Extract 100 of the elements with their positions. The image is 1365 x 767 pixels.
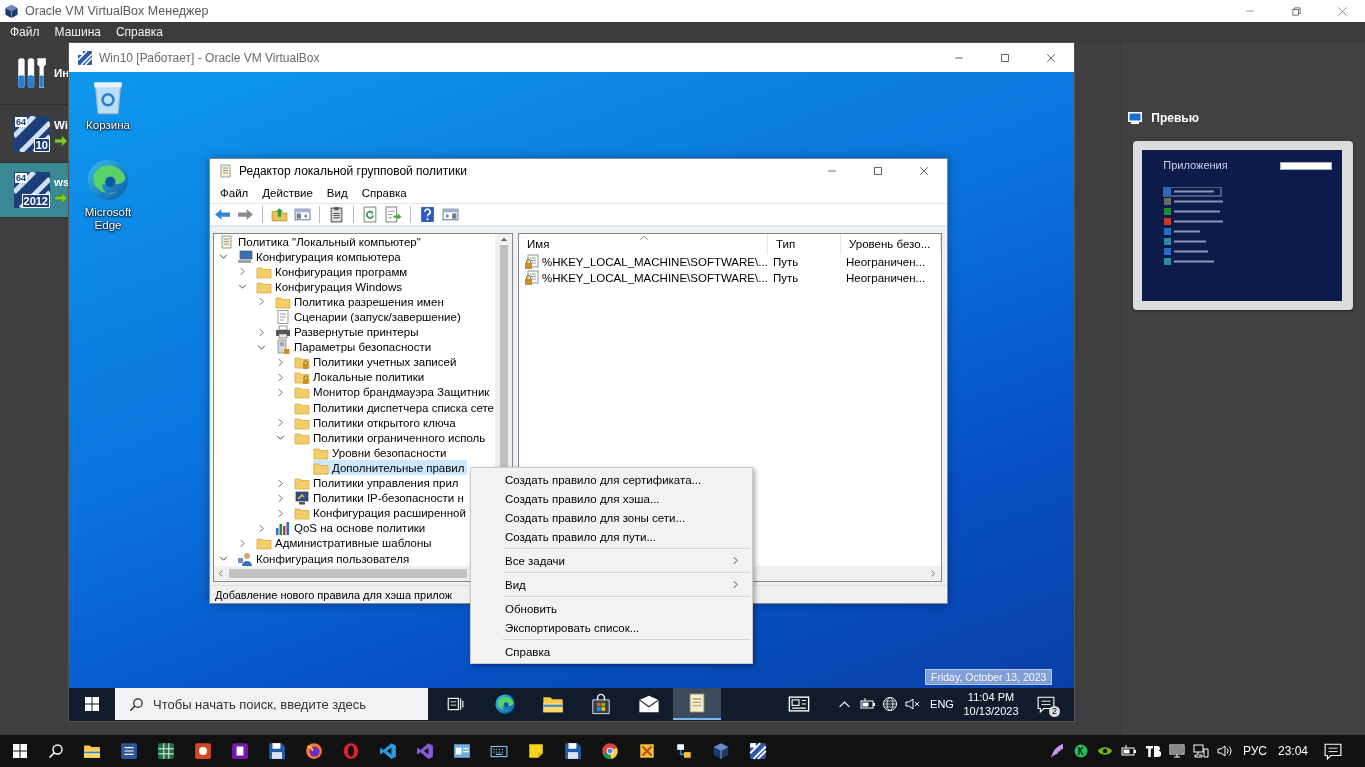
tree-item[interactable]: Административные шаблоны [256, 535, 434, 551]
volume-muted-icon[interactable] [905, 696, 921, 712]
clock[interactable]: 11:04 PM 10/13/2023 [959, 690, 1023, 718]
column-header[interactable]: Тип [768, 234, 841, 254]
network-app-icon[interactable] [675, 742, 693, 760]
tree-item[interactable]: Политика разрешения имен [275, 294, 446, 310]
vm-list-item[interactable]: 64 2012 ws [0, 163, 70, 218]
menu-item[interactable]: Создать правило для хэша... [473, 489, 750, 508]
menu-item[interactable]: Вид [326, 187, 348, 199]
tree-item[interactable]: Монитор брандмауэра Защитник [294, 385, 492, 400]
tree-item[interactable]: Локальные политики [294, 369, 427, 385]
search-field[interactable]: Чтобы начать поиск, введите здесь [115, 688, 428, 720]
spreadsheet-icon[interactable] [157, 742, 175, 760]
refresh-icon[interactable] [362, 206, 379, 223]
tree-item[interactable]: Развернутые принтеры [275, 324, 421, 340]
sticky-note-icon[interactable] [527, 742, 545, 760]
volume-icon[interactable] [1217, 743, 1233, 759]
menu-item[interactable]: Экспортировать список... [473, 618, 750, 637]
tree-item[interactable]: Конфигурация пользователя [237, 551, 412, 566]
document-icon[interactable] [120, 742, 138, 760]
battery-icon[interactable] [860, 696, 876, 712]
menu-item[interactable]: Машина [54, 25, 101, 39]
app-icon[interactable] [1073, 743, 1089, 759]
menu-item[interactable]: Справка [473, 642, 750, 661]
language-indicator[interactable]: ENG [927, 688, 957, 720]
clock[interactable]: 23:04 [1273, 735, 1313, 767]
menu-item[interactable]: Все задачи [473, 551, 750, 570]
running-arrow-icon [54, 134, 68, 148]
news-icon[interactable] [788, 693, 810, 715]
cube-icon[interactable] [712, 742, 730, 760]
globe-icon[interactable] [882, 696, 898, 712]
notification-count: 2 [1049, 706, 1060, 717]
close-icon [918, 165, 930, 177]
menu-item[interactable]: Файл [10, 25, 40, 39]
scroll-left-icon[interactable] [216, 569, 225, 578]
help-icon[interactable] [419, 206, 436, 223]
notifications-icon[interactable] [1324, 742, 1342, 760]
search-icon[interactable] [48, 743, 64, 759]
menu-item[interactable]: Справка [361, 187, 407, 199]
up-folder-icon[interactable] [271, 206, 288, 223]
tree-item[interactable]: QoS на основе политики [275, 520, 428, 536]
tree-view-icon[interactable] [294, 206, 311, 223]
folder-icon[interactable] [83, 742, 101, 760]
tree-item[interactable]: Политики открытого ключа [294, 415, 458, 431]
code-editor-icon[interactable] [379, 742, 397, 760]
ring-icon[interactable] [342, 742, 360, 760]
scroll-right-icon[interactable] [929, 569, 938, 578]
tree-item[interactable]: Политики IP-безопасности н [294, 490, 466, 506]
presentation-icon[interactable] [194, 742, 212, 760]
close-icon [1045, 51, 1057, 64]
column-header[interactable]: Уровень безо... [841, 234, 941, 254]
panel-view-icon[interactable] [442, 206, 459, 223]
network-icon[interactable] [1193, 743, 1209, 759]
notebook-icon[interactable] [231, 742, 249, 760]
feather-icon[interactable] [1049, 743, 1065, 759]
tree-item[interactable]: Сценарии (запуск/завершение) [275, 309, 463, 325]
browser-icon[interactable] [601, 742, 619, 760]
menu-item[interactable]: Создать правило для зоны сети... [473, 508, 750, 527]
tree-item[interactable]: Конфигурация расширенной [294, 505, 468, 521]
menu-item[interactable]: Создать правило для пути... [473, 527, 750, 546]
id-card-icon[interactable] [453, 742, 471, 760]
tree-item[interactable]: Политики учетных записей [294, 354, 459, 370]
monitor-icon [294, 490, 310, 507]
tree-item[interactable]: Политики ограниченного исполь [294, 430, 488, 446]
notifications-icon[interactable] [1037, 695, 1055, 713]
menu-item[interactable]: Справка [115, 25, 164, 39]
menu-item[interactable]: Файл [220, 187, 249, 199]
tree-item[interactable]: Уровни безопасности [313, 445, 449, 461]
taskbar-button[interactable] [673, 688, 721, 720]
tree-item[interactable]: Конфигурация компьютера [237, 249, 403, 265]
start-icon[interactable] [12, 743, 28, 759]
tools-label: Ин [54, 67, 70, 79]
menu-item[interactable]: Действие [262, 187, 313, 199]
tree-item[interactable]: Политики управления прил [294, 475, 461, 491]
task-view-icon[interactable] [446, 695, 464, 713]
policy-editor-icon [218, 163, 234, 179]
tree-item[interactable]: Конфигурация программ [256, 264, 410, 280]
scroll-icon [219, 234, 235, 250]
tree-item[interactable]: Параметры безопасности [275, 339, 434, 355]
table-cell-text: Путь [772, 256, 800, 268]
window-title: Редактор локальной групповой политики [239, 164, 468, 178]
scroll-icon [686, 692, 708, 714]
tree-item[interactable]: Политика "Локальный компьютер" [219, 234, 423, 250]
menu-item[interactable]: Создать правило для сертификата... [473, 470, 750, 489]
folder-icon [256, 535, 272, 552]
code-editor-icon[interactable] [416, 742, 434, 760]
start-icon[interactable] [84, 696, 100, 712]
battery-icon[interactable] [1121, 743, 1137, 759]
logo-icon[interactable] [1145, 743, 1161, 759]
export-icon[interactable] [385, 206, 402, 223]
virtualbox-logo-icon [4, 3, 19, 19]
monitor-icon[interactable] [1169, 743, 1185, 759]
tree-item[interactable]: Политики диспетчера списка сете [294, 400, 495, 416]
browser-icon[interactable] [305, 742, 323, 760]
vm-icon[interactable] [749, 742, 767, 760]
tree-item[interactable]: Дополнительные правил [313, 460, 467, 476]
clipboard-icon[interactable] [328, 206, 345, 223]
tree-item[interactable]: Конфигурация Windows [256, 279, 405, 295]
language-indicator[interactable]: РУС [1237, 735, 1273, 767]
desktop-icon-label[interactable]: Microsoft Edge [73, 206, 143, 232]
